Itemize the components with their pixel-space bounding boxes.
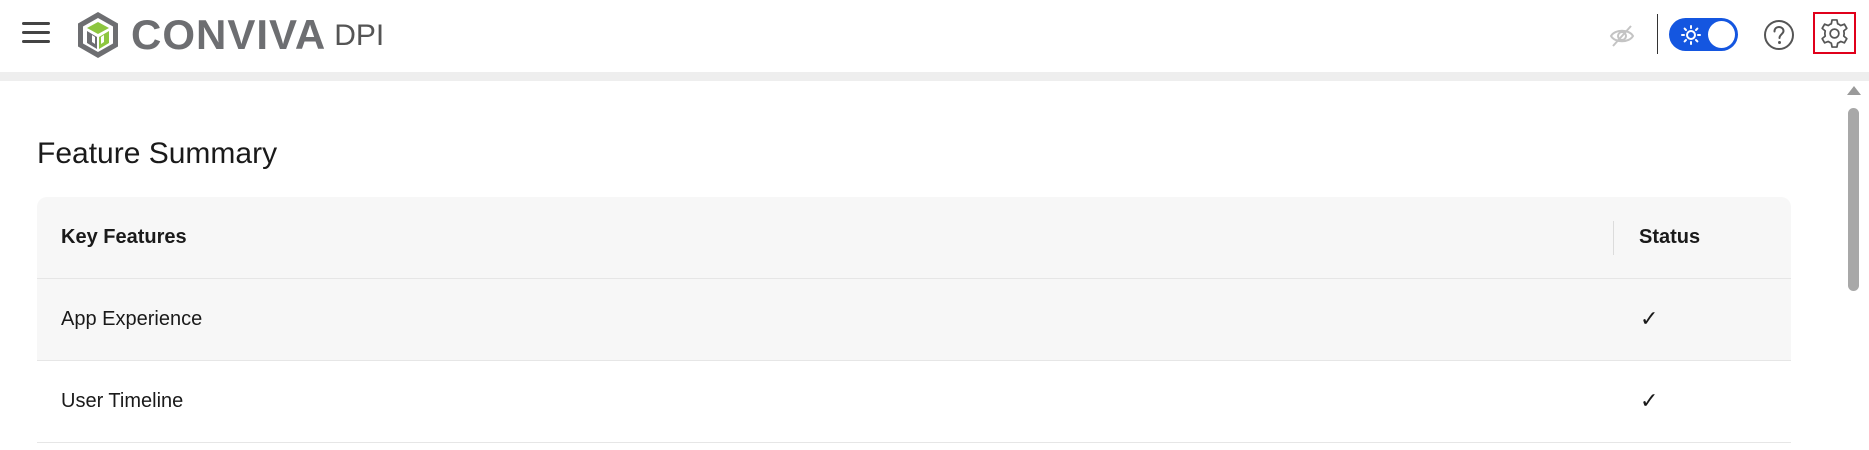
settings-button[interactable] bbox=[1813, 12, 1856, 54]
logo-wordmark: CONVIVA bbox=[131, 11, 327, 58]
status-check-icon: ✓ bbox=[1640, 307, 1659, 332]
gear-icon bbox=[1821, 19, 1848, 48]
scrollbar-thumb[interactable] bbox=[1848, 108, 1859, 291]
feature-name-cell: User Timeline bbox=[61, 390, 184, 412]
table-row: User Timeline ✓ bbox=[37, 361, 1791, 443]
status-check-icon: ✓ bbox=[1640, 389, 1659, 414]
sun-icon bbox=[1681, 25, 1701, 45]
conviva-logo[interactable]: CONVIVA DPI bbox=[73, 10, 384, 60]
vertical-scrollbar[interactable] bbox=[1845, 86, 1861, 450]
column-resizer[interactable] bbox=[1613, 221, 1614, 255]
logo-product-suffix: DPI bbox=[334, 19, 385, 52]
header-shadow bbox=[0, 72, 1869, 81]
column-header-status[interactable]: Status bbox=[1639, 197, 1700, 278]
feature-name-cell: App Experience bbox=[61, 308, 203, 330]
table-header: Key Features Status bbox=[37, 197, 1791, 279]
top-navigation-bar: CONVIVA DPI bbox=[0, 0, 1869, 72]
header-divider bbox=[1657, 14, 1658, 54]
hamburger-menu-icon[interactable] bbox=[22, 18, 52, 48]
scroll-up-arrow-icon[interactable] bbox=[1847, 86, 1861, 95]
theme-toggle[interactable] bbox=[1669, 18, 1738, 51]
table-row: App Experience ✓ bbox=[37, 279, 1791, 361]
column-header-key-features[interactable]: Key Features bbox=[61, 197, 187, 278]
toggle-knob bbox=[1708, 21, 1735, 48]
feature-summary-table: Key Features Status App Experience ✓ Use… bbox=[37, 197, 1791, 443]
conviva-logo-mark-icon bbox=[78, 12, 118, 58]
table-body: App Experience ✓ User Timeline ✓ bbox=[37, 279, 1791, 443]
help-circle-icon[interactable] bbox=[1763, 19, 1795, 51]
eye-off-icon[interactable] bbox=[1608, 22, 1636, 50]
page-title: Feature Summary bbox=[37, 137, 278, 170]
